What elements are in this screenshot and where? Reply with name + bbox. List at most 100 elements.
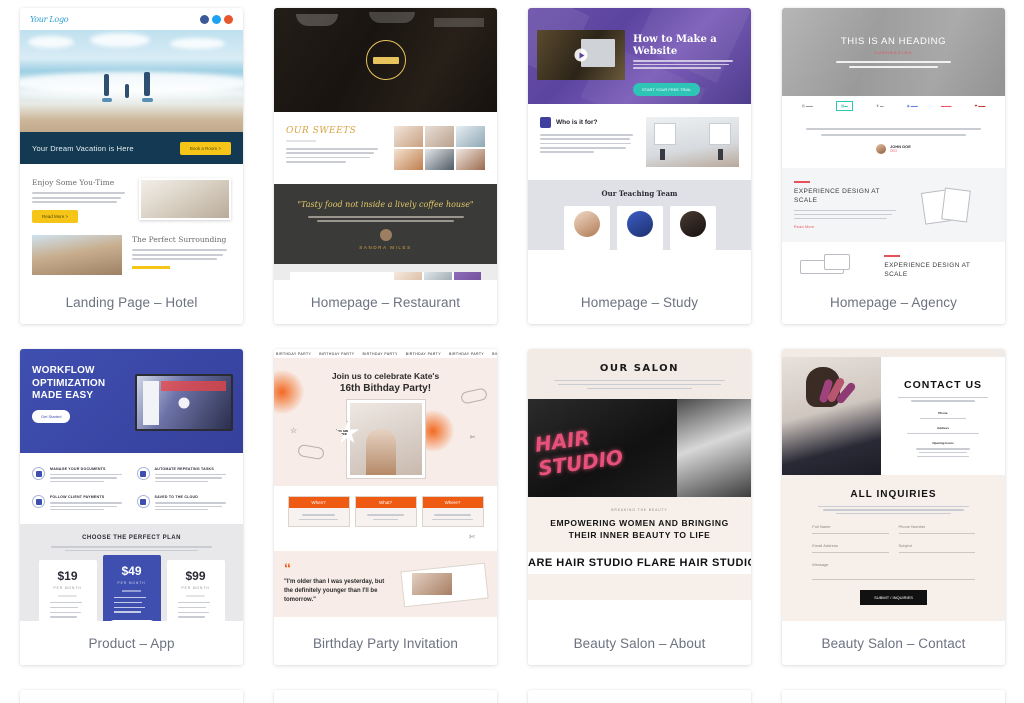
template-card-homepage-restaurant[interactable]: OUR SWEETS "Tasty food not inside a live… [274, 8, 497, 324]
section-title: Who is it for? [556, 119, 598, 126]
hero-button[interactable]: START YOUR FREE TRIAL [633, 83, 701, 96]
template-card-homepage-study[interactable]: How to Make a Website START YOUR FREE TR… [528, 8, 751, 324]
automation-icon [136, 467, 150, 480]
facebook-icon [200, 14, 209, 24]
contact-info: CONTACT US Phone Address Opening hours [881, 357, 1005, 475]
template-card-birthday-party-invitation[interactable]: BIRTHDAY PARTY BIRTHDAY PARTY BIRTHDAY P… [274, 349, 497, 665]
ticker-text: BIRTHDAY PARTY [492, 351, 497, 356]
template-thumbnail[interactable]: How to Make a Website START YOUR FREE TR… [528, 8, 751, 280]
input-email-address[interactable]: Email Address [812, 543, 889, 554]
hero-section: ☆ ✄ Join us to celebrate Kate's 16th Bit… [274, 358, 497, 486]
neon-text: HAIR STUDIO [533, 425, 625, 481]
detail-card-title: When? [288, 497, 349, 508]
macaron-doodle [297, 443, 325, 461]
ticker-text: BIRTHDAY PARTY [448, 351, 485, 356]
feature-1-button[interactable]: Read More > [32, 210, 79, 223]
client-logos: ▨ ▬▬ ▨▬ ♜ ▬ ◉ ▬▬ ▬▬▬ ❤ ▬▬ [782, 96, 1005, 116]
template-caption: Homepage – Study [528, 280, 751, 324]
template-card-beauty-salon-about[interactable]: OUR SALON HAIR STUDIO BREAKING THE BEAUT… [528, 349, 751, 665]
hero-button[interactable]: Get Started [32, 409, 71, 423]
about-section: OUR SALON [528, 349, 751, 399]
team-section: Our Teaching Team [528, 180, 751, 250]
details-cards: When? What? Where? [274, 486, 497, 537]
feature-1-image [138, 178, 231, 220]
template-caption: Product – App [20, 621, 243, 665]
pricing-section: CHOOSE THE PERFECT PLAN $19 PER MONTH $4… [20, 524, 243, 621]
input-subject[interactable]: Subject [898, 543, 975, 554]
template-thumbnail[interactable] [528, 690, 751, 703]
plan-price: $99 [185, 569, 206, 584]
input-full-name[interactable]: Full Name [812, 524, 889, 535]
food-gallery [394, 126, 485, 170]
feature-item: AUTOMATE REPEATING TASKS [136, 467, 232, 483]
section-title: OUR SALON [599, 363, 680, 374]
brand-logo-6: ❤ ▬▬ [974, 104, 986, 108]
field-label: Email Address [812, 543, 838, 549]
template-card-row3-4[interactable] [782, 690, 1005, 703]
confetti-doodle: ✄ [469, 435, 475, 441]
team-title: Our Teaching Team [601, 189, 678, 198]
team-member-card [616, 206, 663, 250]
template-thumbnail[interactable]: Your Logo Your Dream Vacation is Here Bo… [20, 8, 243, 280]
hero-banner: Your Dream Vacation is Here Book a Room … [20, 132, 243, 164]
detail-card: Where? [421, 496, 484, 527]
pricing-plan[interactable]: $99 PER MONTH Get Started [166, 560, 225, 621]
hero-image: HAIR STUDIO [528, 398, 751, 497]
hero-screenshot [135, 374, 233, 431]
template-thumbnail[interactable]: OUR SWEETS "Tasty food not inside a live… [274, 8, 497, 280]
features-section: MANAGE YOUR DOCUMENTS AUTOMATE REPEATING… [20, 453, 243, 524]
inquiries-section: ALL INQUIRIES Full Name Phone Number Ema… [782, 475, 1005, 621]
template-caption: Landing Page – Hotel [20, 280, 243, 324]
pricing-plan[interactable]: $19 PER MONTH Get Started [38, 560, 97, 621]
template-card-row3-1[interactable] [20, 690, 243, 703]
template-thumbnail[interactable]: OUR SALON HAIR STUDIO BREAKING THE BEAUT… [528, 349, 751, 621]
template-thumbnail[interactable] [20, 690, 243, 703]
input-phone-number[interactable]: Phone Number [898, 524, 975, 535]
quote-section: “ "I'm older than I was yesterday, but t… [274, 551, 497, 617]
team-member-card [669, 206, 716, 250]
testimonial-section: JOHN DOE CEO [782, 116, 1005, 168]
brand-logo-5: ▬▬▬ [940, 104, 952, 108]
feature-1-title: Enjoy Some You-Time [32, 178, 115, 187]
template-card-row3-3[interactable] [528, 690, 751, 703]
field-label: Full Name [812, 524, 831, 530]
who-section: Who is it for? [528, 104, 751, 180]
feature-item: FOLLOW CLIENT PAYMENTS [32, 495, 127, 511]
hero-title-line1: Join us to celebrate Kate's [331, 371, 440, 381]
play-icon[interactable] [574, 48, 588, 62]
template-thumbnail[interactable]: THIS IS AN HEADING SUBHEADING ▨ ▬▬ ▨▬ ♜ … [782, 8, 1005, 280]
avatar [876, 143, 887, 154]
social-links [200, 14, 233, 24]
confetti-doodle: ✄ [469, 534, 475, 541]
template-card-homepage-agency[interactable]: THIS IS AN HEADING SUBHEADING ▨ ▬▬ ▨▬ ♜ … [782, 8, 1005, 324]
pricing-plan-featured[interactable]: $49 PER MONTH Get Started [102, 555, 161, 621]
plan-button[interactable]: Get Started [108, 619, 155, 621]
testimonial-role: CEO [890, 149, 897, 154]
submit-button[interactable]: SUBMIT / INQUIRIES [860, 590, 927, 606]
template-card-product-app[interactable]: WORKFLOW OPTIMIZATION MADE EASY Get Star… [20, 349, 243, 665]
quote-mark: “ [284, 560, 291, 576]
testimonial-author: SANDRA MILES [359, 244, 412, 250]
feature-1-illustration [913, 183, 993, 227]
site-logo: Your Logo [30, 14, 69, 24]
hero-image [20, 30, 243, 132]
hero-button[interactable]: Book a Room > [179, 141, 231, 155]
template-card-landing-page-hotel[interactable]: Your Logo Your Dream Vacation is Here Bo… [20, 8, 243, 324]
hero-video[interactable] [537, 30, 625, 80]
hero-photo: YOU ARE INVITED [335, 399, 426, 479]
template-card-beauty-salon-contact[interactable]: CONTACT US Phone Address Opening hours A… [782, 349, 1005, 665]
feature-1-button[interactable]: Read More [794, 225, 903, 229]
template-thumbnail[interactable] [274, 690, 497, 703]
template-card-row3-2[interactable] [274, 690, 497, 703]
hero-title: How to Make a Website [633, 34, 717, 57]
portrait-image [782, 357, 882, 475]
template-thumbnail[interactable] [782, 690, 1005, 703]
plan-price: $19 [57, 569, 78, 584]
template-thumbnail[interactable]: WORKFLOW OPTIMIZATION MADE EASY Get Star… [20, 349, 243, 621]
template-thumbnail[interactable]: BIRTHDAY PARTY BIRTHDAY PARTY BIRTHDAY P… [274, 349, 497, 621]
plan-period: PER MONTH [117, 581, 146, 586]
template-thumbnail[interactable]: CONTACT US Phone Address Opening hours A… [782, 349, 1005, 621]
section-title: OUR SWEETS [286, 126, 357, 136]
input-message[interactable]: Message [812, 562, 975, 581]
sticker-text: YOU ARE INVITED [336, 430, 349, 436]
